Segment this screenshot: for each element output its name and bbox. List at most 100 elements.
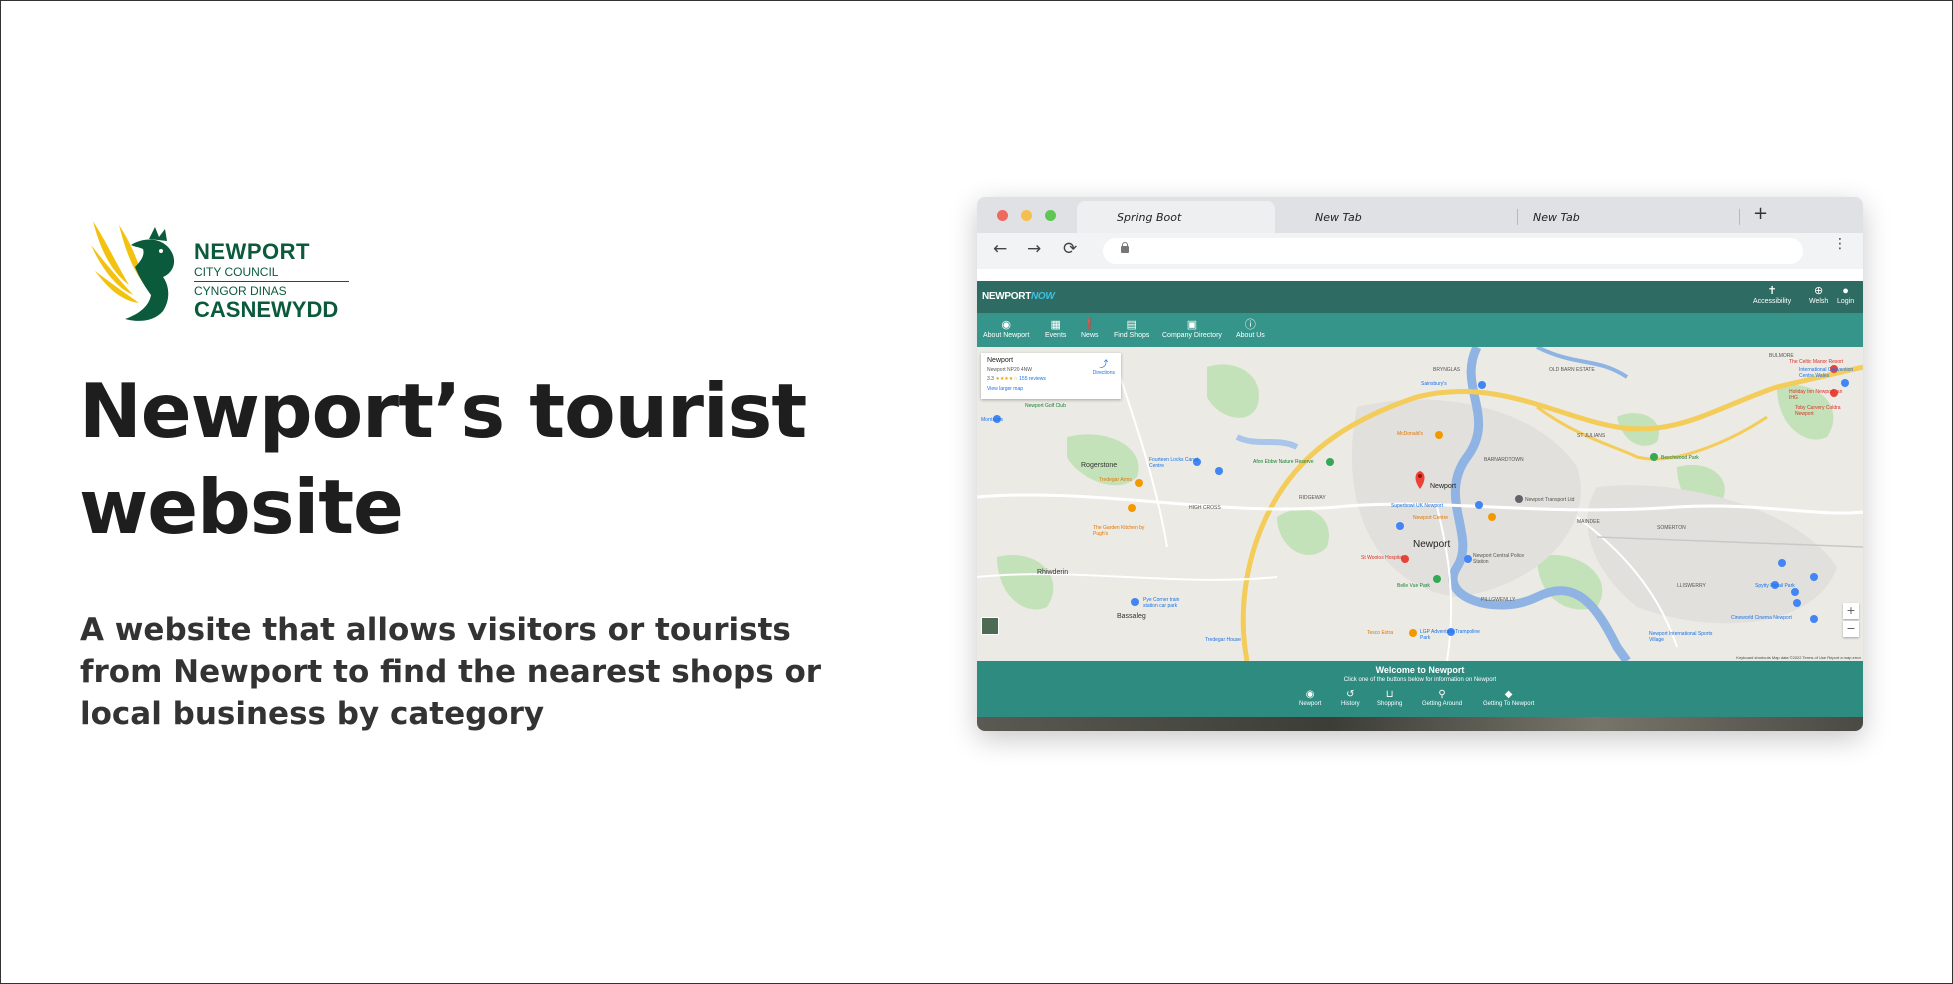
- map-label-st-woolos: St Woolos Hospital: [1361, 555, 1404, 561]
- minimize-window-dot[interactable]: [1021, 210, 1032, 221]
- nav-news[interactable]: ❗ News: [1081, 318, 1099, 339]
- accessibility-button[interactable]: ✝ Accessibility: [1753, 285, 1791, 305]
- logo-line2: CITY COUNCIL: [194, 265, 279, 279]
- browser-tab-bar: Spring Boot New Tab New Tab +: [977, 197, 1863, 233]
- browser-tab-new-1[interactable]: New Tab: [1275, 201, 1485, 233]
- map-label-mcdonalds: McDonald's: [1397, 431, 1423, 437]
- map-label-maindee: MAINDEE: [1577, 519, 1600, 525]
- map-label-superbowl: Superbowl UK Newport: [1391, 503, 1443, 509]
- logo-name: NEWPORT: [194, 239, 310, 264]
- compass-icon: ◉: [1305, 689, 1315, 700]
- rating-value: 3.3: [987, 376, 994, 382]
- nav-events[interactable]: ▦ Events: [1045, 318, 1066, 339]
- site-brand-logo[interactable]: NEWPORTNOW: [982, 291, 1055, 302]
- nav-find-shops[interactable]: ▤ Find Shops: [1114, 318, 1149, 339]
- satellite-toggle[interactable]: [981, 617, 999, 635]
- history-icon: ↺: [1346, 689, 1355, 700]
- map-label-newport: Newport: [1413, 539, 1451, 550]
- reviews-link[interactable]: 155 reviews: [1019, 376, 1046, 382]
- welcome-panel: Welcome to Newport Click one of the butt…: [977, 661, 1863, 717]
- briefcase-icon: ▣: [1186, 319, 1198, 331]
- page-description: A website that allows visitors or touris…: [80, 612, 822, 732]
- view-larger-map-link[interactable]: View larger map: [987, 386, 1023, 392]
- logo-divider: [194, 281, 349, 282]
- info-card-rating: 3.3 ★★★★☆ 155 reviews: [987, 376, 1046, 382]
- welsh-label: Welsh: [1809, 298, 1829, 305]
- welsh-button[interactable]: ⊕ Welsh: [1809, 285, 1828, 305]
- map-label-tredegar-arms: Tredegar Arms: [1099, 477, 1132, 483]
- welcome-subtitle: Click one of the buttons below for infor…: [1343, 677, 1497, 683]
- brand-name: NEWPORT: [982, 291, 1032, 302]
- nav-label: Company Directory: [1162, 332, 1222, 339]
- map-label-rogerstone: Rogerstone: [1081, 462, 1118, 469]
- directions-icon: ◆: [1504, 689, 1513, 700]
- map-label-cineworld: Cineworld Cinema Newport: [1731, 615, 1792, 621]
- logo-line3: CYNGOR DINAS: [194, 284, 287, 298]
- map-label-fourteen-locks: Fourteen Locks Canal Centre: [1149, 457, 1198, 469]
- page-headline: Newport’s tourist website: [79, 367, 807, 551]
- browser-menu-icon[interactable]: ⋮: [1833, 237, 1847, 251]
- map-label-beechwood: Beechwood Park: [1661, 455, 1699, 461]
- browser-tab-spring-boot[interactable]: Spring Boot: [1077, 201, 1275, 233]
- map-label-police: Newport Central Police Station: [1473, 553, 1525, 565]
- login-button[interactable]: ● Login: [1837, 285, 1854, 305]
- welcome-getting-around-button[interactable]: ⚲ Getting Around: [1422, 689, 1462, 707]
- map-label-toby: Toby Carvery Coldra Newport: [1795, 405, 1841, 417]
- nav-about-newport[interactable]: ◉ About Newport: [983, 318, 1029, 339]
- map-label-old-barn: OLD BARN ESTATE: [1549, 367, 1595, 373]
- welcome-newport-button[interactable]: ◉ Newport: [1299, 689, 1321, 707]
- map-label-rhiwderin: Rhiwderin: [1037, 569, 1069, 576]
- forward-arrow-icon[interactable]: →: [1027, 239, 1041, 259]
- login-label: Login: [1837, 298, 1855, 305]
- map-label-spytty: Spytty Retail Park: [1755, 583, 1795, 589]
- map-label-st-julians: ST JULIANS: [1577, 433, 1606, 439]
- browser-tab-new-2[interactable]: New Tab: [1493, 201, 1703, 233]
- map-label-golf: Newport Golf Club: [1025, 403, 1066, 409]
- welcome-history-button[interactable]: ↺ History: [1341, 689, 1360, 707]
- nav-label: About Us: [1236, 332, 1265, 339]
- accessibility-icon: ✝: [1767, 285, 1777, 297]
- directions-button[interactable]: ⤴ Directions: [1093, 357, 1115, 376]
- logo-line4: CASNEWYDD: [194, 297, 339, 322]
- nav-label: About Newport: [983, 332, 1030, 339]
- welcome-button-label: History: [1341, 701, 1360, 707]
- browser-toolbar: ← → ⟳ ⋮: [977, 233, 1863, 269]
- zoom-in-button[interactable]: +: [1843, 603, 1859, 619]
- nav-company-directory[interactable]: ▣ Company Directory: [1162, 318, 1222, 339]
- map-label-high-cross: HIGH CROSS: [1189, 505, 1221, 511]
- map-info-card: Newport Newport NP20 4NW 3.3 ★★★★☆ 155 r…: [981, 353, 1121, 399]
- reload-icon[interactable]: ⟳: [1063, 239, 1077, 259]
- directions-label: Directions: [1092, 370, 1115, 376]
- site-nav-bar: ◉ About Newport ▦ Events ❗ News ▤ Find S…: [977, 313, 1863, 347]
- maximize-window-dot[interactable]: [1045, 210, 1056, 221]
- store-icon: ▤: [1126, 319, 1137, 331]
- map-attribution[interactable]: Keyboard shortcuts Map data ©2022 Terms …: [1736, 655, 1861, 660]
- nav-about-us[interactable]: ⓘ About Us: [1236, 318, 1265, 339]
- welcome-button-label: Shopping: [1377, 701, 1403, 707]
- close-window-dot[interactable]: [997, 210, 1008, 221]
- new-tab-icon[interactable]: +: [1753, 203, 1768, 224]
- map-label-barnardtown: BARNARDTOWN: [1484, 457, 1524, 463]
- address-bar[interactable]: [1103, 238, 1803, 264]
- lock-icon: [1121, 242, 1129, 253]
- hero-background-image: [977, 717, 1863, 731]
- rating-stars: ★★★★☆: [995, 376, 1018, 382]
- google-map[interactable]: Newport Newport NP20 4NW 3.3 ★★★★☆ 155 r…: [977, 347, 1863, 661]
- map-label-bassaleg: Bassaleg: [1117, 613, 1146, 620]
- globe-icon: ⊕: [1814, 285, 1824, 297]
- welcome-shopping-button[interactable]: ⊔ Shopping: [1377, 689, 1402, 707]
- map-pin-label: Newport: [1430, 483, 1457, 490]
- newport-council-logo: NEWPORT CITY COUNCIL CYNGOR DINAS CASNEW…: [89, 215, 359, 327]
- zoom-out-button[interactable]: −: [1843, 621, 1859, 637]
- nav-label: Find Shops: [1114, 332, 1150, 339]
- map-label-newport-centre: Newport Centre: [1413, 515, 1449, 521]
- map-label-ridgeway: RIDGEWAY: [1299, 495, 1326, 501]
- map-label-tredegar: Tredegar House: [1205, 637, 1241, 643]
- map-label-sainsburys: Sainsbury's: [1421, 381, 1447, 387]
- welcome-getting-to-newport-button[interactable]: ◆ Getting To Newport: [1483, 689, 1534, 707]
- compass-icon: ◉: [1001, 319, 1011, 331]
- map-label-intl-centre: International Convention Centre Wales: [1799, 367, 1854, 379]
- page-frame: NEWPORT CITY COUNCIL CYNGOR DINAS CASNEW…: [0, 0, 1953, 984]
- back-arrow-icon[interactable]: ←: [993, 239, 1007, 259]
- user-icon: ●: [1842, 285, 1849, 297]
